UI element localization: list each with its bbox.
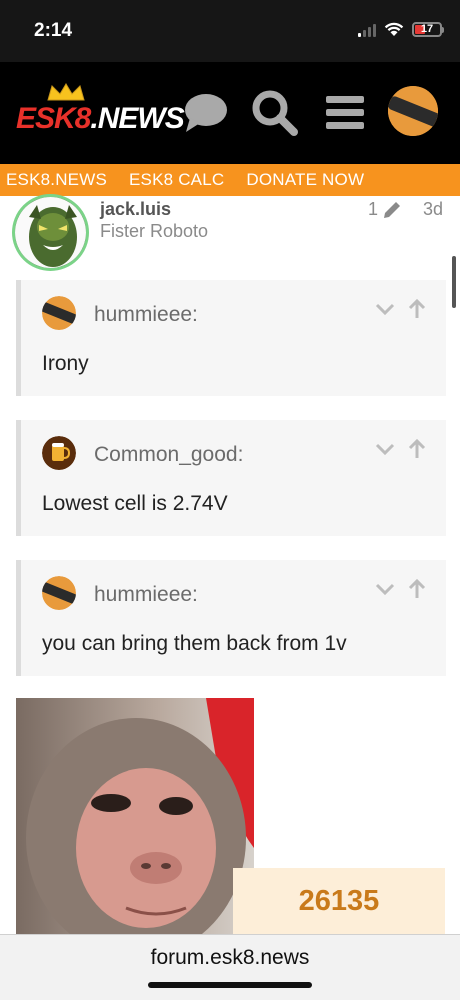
site-header: ESK8.NEWS xyxy=(0,62,460,164)
pencil-icon xyxy=(384,201,401,218)
nav-link-donate-now[interactable]: DONATE NOW xyxy=(246,170,364,190)
skateboard-avatar-icon xyxy=(42,296,76,330)
quote-text: you can bring them back from 1v xyxy=(42,632,347,655)
post-author-title: Fister Roboto xyxy=(100,221,209,241)
post-author-avatar[interactable] xyxy=(12,194,89,271)
quote-text: Irony xyxy=(42,352,89,375)
user-avatar[interactable] xyxy=(388,86,438,136)
wifi-icon xyxy=(384,22,404,36)
arrow-up-icon[interactable] xyxy=(406,438,428,460)
top-nav: ESK8.NEWS ESK8 CALC DONATE NOW xyxy=(0,164,460,196)
quote-username: hummieee: xyxy=(94,303,198,326)
quote-text: Lowest cell is 2.74V xyxy=(42,492,228,515)
quote-avatar[interactable] xyxy=(42,296,76,330)
beer-mug-avatar-icon xyxy=(42,436,76,470)
post-edit-history[interactable]: 1 xyxy=(368,199,402,220)
nav-link-esk8-calc[interactable]: ESK8 CALC xyxy=(129,170,224,190)
cellular-signal-icon xyxy=(358,23,376,37)
post-age[interactable]: 3d xyxy=(423,199,443,220)
status-bar: 2:14 17 xyxy=(0,0,460,62)
quote-block: hummieee: Irony xyxy=(16,280,446,396)
search-icon[interactable] xyxy=(250,88,300,138)
chat-icon[interactable] xyxy=(180,88,230,138)
quote-block: hummieee: you can bring them back from 1… xyxy=(16,560,446,676)
url-text[interactable]: forum.esk8.news xyxy=(0,946,460,970)
skateboard-avatar-icon xyxy=(388,86,438,136)
battery-icon: 17 xyxy=(412,22,442,37)
post-image[interactable] xyxy=(16,698,254,934)
edit-count: 1 xyxy=(368,199,379,219)
monkey-image xyxy=(16,698,254,934)
logo-text-esk8: ESK8 xyxy=(16,102,91,135)
quote-username: Common_good: xyxy=(94,443,244,466)
reading-counter[interactable]: 26135 xyxy=(233,868,445,934)
chevron-down-icon[interactable] xyxy=(374,438,396,460)
scrollbar[interactable] xyxy=(452,256,456,308)
hamburger-menu-icon[interactable] xyxy=(320,88,370,138)
logo-text-news: .NEWS xyxy=(90,102,184,135)
battery-level: 17 xyxy=(420,23,434,35)
goblin-avatar-icon xyxy=(15,197,86,268)
quote-avatar[interactable] xyxy=(42,436,76,470)
post-author-username[interactable]: jack.luis xyxy=(100,199,171,220)
nav-link-esk8-news[interactable]: ESK8.NEWS xyxy=(6,170,107,190)
arrow-up-icon[interactable] xyxy=(406,298,428,320)
site-logo[interactable]: ESK8.NEWS xyxy=(16,82,185,144)
arrow-up-icon[interactable] xyxy=(406,578,428,600)
quote-block: Common_good: Lowest cell is 2.74V xyxy=(16,420,446,536)
status-indicators: 17 xyxy=(358,22,444,37)
crown-icon xyxy=(47,83,85,101)
status-time: 2:14 xyxy=(34,20,73,41)
quote-avatar[interactable] xyxy=(42,576,76,610)
quote-username: hummieee: xyxy=(94,583,198,606)
chevron-down-icon[interactable] xyxy=(374,298,396,320)
skateboard-avatar-icon xyxy=(42,576,76,610)
browser-url-bar[interactable]: forum.esk8.news xyxy=(0,934,460,1000)
home-indicator[interactable] xyxy=(148,982,312,988)
chevron-down-icon[interactable] xyxy=(374,578,396,600)
